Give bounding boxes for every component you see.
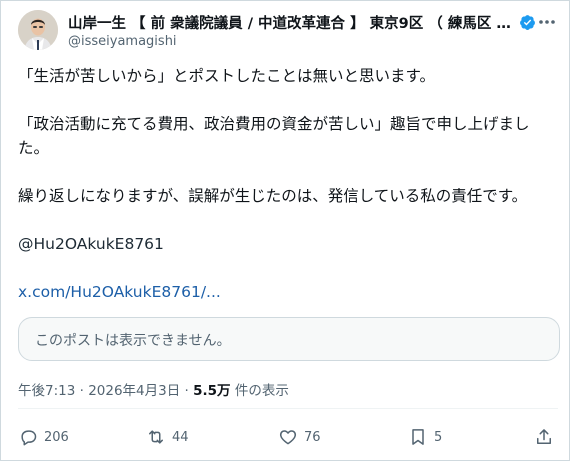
like-count: 76 bbox=[304, 429, 321, 445]
post-paragraph-3: 繰り返しになりますが、誤解が生じたのは、発信している私の責任です。 bbox=[18, 187, 528, 205]
post-date[interactable]: 2026年4月3日 bbox=[88, 383, 180, 399]
author-name-row[interactable]: 山岸一生 【 前 衆議院議員 / 中道改革連合 】 東京9区 （ 練馬区 西..… bbox=[68, 12, 538, 32]
post-actions: 206 44 76 5 bbox=[18, 424, 558, 450]
bookmark-button[interactable]: 5 bbox=[408, 424, 442, 450]
repost-icon bbox=[149, 430, 163, 444]
repost-button[interactable]: 44 bbox=[146, 424, 189, 450]
share-button[interactable] bbox=[534, 424, 554, 450]
actions-divider bbox=[18, 408, 558, 409]
share-icon bbox=[537, 429, 551, 444]
post-meta: 午後7:13 · 2026年4月3日 · 5.5万 件の表示 bbox=[18, 379, 289, 399]
post-body: 「生活が苦しいから」とポストしたことは無いと思います。 「政治活動に充てる費用、… bbox=[18, 64, 554, 304]
post-paragraph-1: 「生活が苦しいから」とポストしたことは無いと思います。 bbox=[18, 67, 435, 85]
more-options-icon[interactable] bbox=[536, 12, 558, 32]
heart-icon bbox=[279, 430, 297, 445]
like-button[interactable]: 76 bbox=[278, 424, 321, 450]
quoted-post-unavailable-text: このポストは表示できません。 bbox=[35, 333, 231, 349]
quoted-post-unavailable-card: このポストは表示できません。 bbox=[18, 317, 560, 361]
view-count: 5.5万 bbox=[193, 383, 231, 399]
meta-separator: · bbox=[75, 383, 89, 399]
verified-badge-icon bbox=[520, 14, 535, 30]
post-time[interactable]: 午後7:13 bbox=[18, 383, 75, 399]
post-link[interactable]: x.com/Hu2OAkukE8761/... bbox=[18, 280, 554, 304]
reply-button[interactable]: 206 bbox=[18, 424, 69, 450]
author-avatar[interactable] bbox=[18, 10, 58, 50]
post-header: 山岸一生 【 前 衆議院議員 / 中道改革連合 】 東京9区 （ 練馬区 西..… bbox=[18, 10, 558, 54]
view-count-label: 件の表示 bbox=[230, 383, 289, 399]
meta-separator-2: · bbox=[180, 383, 194, 399]
reply-icon bbox=[21, 430, 37, 446]
bookmark-icon bbox=[412, 429, 424, 445]
reply-count: 206 bbox=[44, 429, 69, 445]
author-handle[interactable]: @isseiyamagishi bbox=[68, 34, 177, 49]
bookmark-count: 5 bbox=[434, 429, 443, 445]
author-display-name[interactable]: 山岸一生 【 前 衆議院議員 / 中道改革連合 】 東京9区 （ 練馬区 西..… bbox=[68, 12, 516, 32]
repost-count: 44 bbox=[172, 429, 189, 445]
post-paragraph-2: 「政治活動に充てる費用、政治費用の資金が苦しい」趣旨で申し上げました。 bbox=[18, 115, 530, 157]
post-mention[interactable]: @Hu2OAkukE8761 bbox=[18, 232, 554, 256]
